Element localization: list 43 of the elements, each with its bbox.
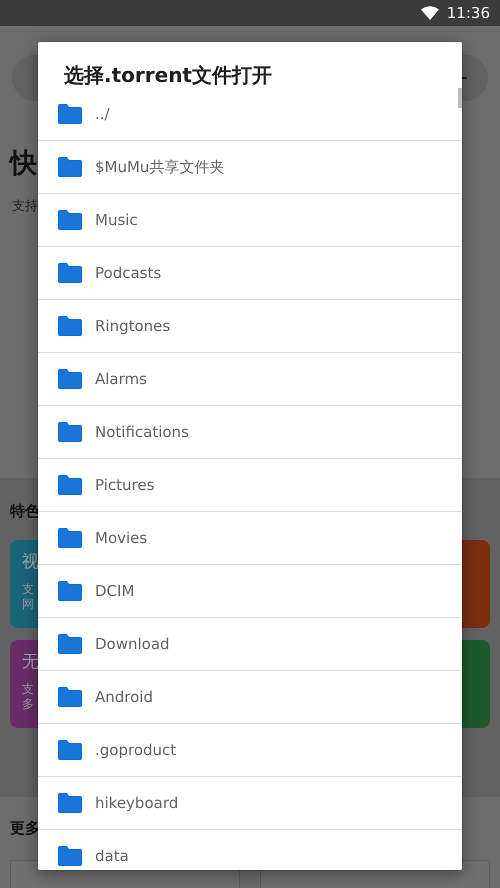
folder-item[interactable]: Android bbox=[38, 671, 462, 724]
card-text: 支 bbox=[22, 682, 34, 697]
folder-item[interactable]: Alarms bbox=[38, 353, 462, 406]
folder-item[interactable]: Notifications bbox=[38, 406, 462, 459]
folder-item[interactable]: ../ bbox=[38, 88, 462, 141]
page-subtitle: 支持 bbox=[12, 199, 38, 215]
folder-icon bbox=[58, 157, 82, 177]
card-text: 多 bbox=[22, 697, 34, 712]
section-heading: 更多 bbox=[10, 819, 41, 837]
folder-item[interactable]: Download bbox=[38, 618, 462, 671]
folder-item[interactable]: Ringtones bbox=[38, 300, 462, 353]
folder-icon bbox=[58, 740, 82, 760]
card-text: 支 bbox=[22, 582, 34, 597]
folder-item[interactable]: Pictures bbox=[38, 459, 462, 512]
folder-icon bbox=[58, 210, 82, 230]
folder-icon bbox=[58, 369, 82, 389]
folder-icon bbox=[58, 846, 82, 866]
folder-icon bbox=[58, 104, 82, 124]
folder-icon bbox=[58, 422, 82, 442]
folder-icon bbox=[58, 581, 82, 601]
folder-item[interactable]: data bbox=[38, 830, 462, 870]
wifi-icon bbox=[420, 6, 439, 20]
card-text: 网 bbox=[22, 597, 34, 612]
folder-icon bbox=[58, 316, 82, 336]
clock-time: 11:36 bbox=[446, 4, 490, 22]
folder-icon bbox=[58, 528, 82, 548]
folder-item[interactable]: .goproduct bbox=[38, 724, 462, 777]
dialog-title: 选择.torrent文件打开 bbox=[64, 63, 272, 87]
folder-icon bbox=[58, 263, 82, 283]
card-title: 视 bbox=[22, 552, 39, 572]
folder-item[interactable]: DCIM bbox=[38, 565, 462, 618]
folder-item[interactable]: Music bbox=[38, 194, 462, 247]
folder-item[interactable]: Movies bbox=[38, 512, 462, 565]
folder-icon bbox=[58, 634, 82, 654]
folder-icon bbox=[58, 475, 82, 495]
card-title: 无 bbox=[22, 652, 39, 672]
folder-icon bbox=[58, 793, 82, 813]
folder-item[interactable]: Podcasts bbox=[38, 247, 462, 300]
scrollbar bbox=[458, 88, 462, 108]
folder-item[interactable]: hikeyboard bbox=[38, 777, 462, 830]
folder-item[interactable]: $MuMu共享文件夹 bbox=[38, 141, 462, 194]
page-title: 快 bbox=[10, 149, 37, 179]
folder-icon bbox=[58, 687, 82, 707]
